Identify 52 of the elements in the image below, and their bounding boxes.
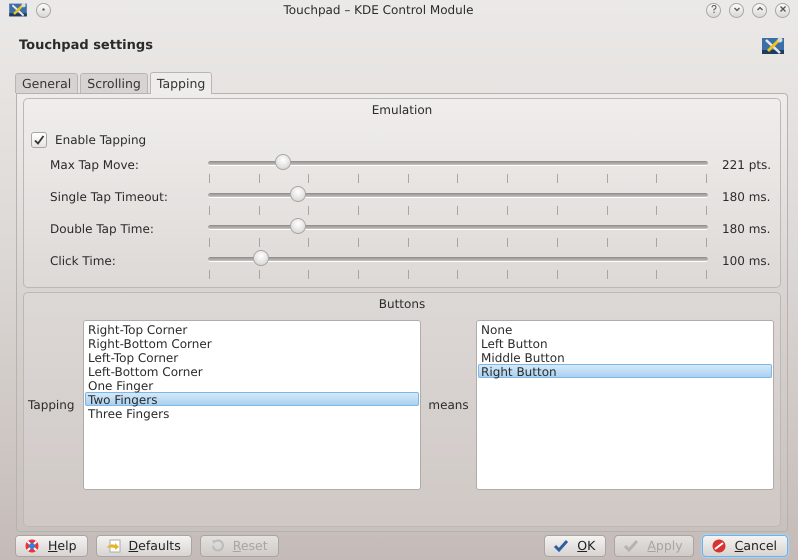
- close-icon: [778, 4, 788, 14]
- tools-icon: [762, 36, 784, 56]
- group-title: Buttons: [378, 296, 426, 311]
- slider-label: Single Tap Timeout:: [49, 189, 169, 206]
- slider-thumb[interactable]: [275, 154, 291, 170]
- dot-icon: [41, 6, 46, 12]
- footer-button[interactable]: Help: [15, 535, 88, 557]
- help-button[interactable]: [706, 2, 721, 18]
- list-item[interactable]: Left Button: [478, 336, 772, 350]
- slider-thumb[interactable]: [290, 218, 306, 234]
- slider-value: 180 ms.: [721, 221, 770, 238]
- slider-value: 100 ms.: [721, 253, 770, 270]
- cancel-icon: [710, 538, 727, 554]
- lifebuoy-icon: [24, 538, 40, 554]
- footer-button[interactable]: Cancel: [702, 535, 788, 557]
- tab[interactable]: Scrolling: [80, 73, 148, 93]
- slider-thumb[interactable]: [290, 186, 306, 202]
- list-item[interactable]: One Finger: [85, 378, 420, 392]
- tab[interactable]: General: [15, 73, 78, 93]
- slider-label: Max Tap Move:: [49, 157, 140, 174]
- document-arrow-icon: [104, 538, 121, 554]
- app-icon: [8, 2, 28, 18]
- list-item[interactable]: Right-Top Corner: [85, 322, 420, 336]
- minimize-button[interactable]: [729, 2, 744, 18]
- list-item[interactable]: Right Button: [478, 364, 772, 378]
- check-icon: [623, 538, 640, 554]
- tab[interactable]: Tapping: [150, 72, 212, 94]
- field-label: means: [427, 397, 470, 414]
- close-button[interactable]: [775, 2, 790, 18]
- maximize-button[interactable]: [752, 2, 767, 18]
- window-title: Touchpad – KDE Control Module: [282, 2, 474, 19]
- footer-button[interactable]: OK: [544, 535, 606, 557]
- question-icon: [708, 4, 718, 14]
- slider-value: 221 pts.: [721, 157, 772, 174]
- page-title: Touchpad settings: [19, 37, 153, 56]
- slider-value: 180 ms.: [721, 189, 770, 206]
- list-item[interactable]: Left-Bottom Corner: [85, 364, 420, 378]
- list-item[interactable]: Middle Button: [478, 350, 772, 364]
- check-icon: [553, 538, 570, 554]
- slider-label: Double Tap Time:: [49, 221, 155, 238]
- checkbox[interactable]: [31, 132, 47, 148]
- slider-label: Click Time:: [49, 253, 117, 270]
- list-item[interactable]: Right-Bottom Corner: [85, 336, 420, 350]
- list-item[interactable]: None: [478, 322, 772, 336]
- slider-thumb[interactable]: [252, 250, 268, 266]
- list-item[interactable]: Three Fingers: [85, 406, 420, 420]
- group-title: Emulation: [370, 102, 434, 117]
- checkbox-label: Enable Tapping: [55, 132, 146, 149]
- list-item[interactable]: Left-Top Corner: [85, 350, 420, 364]
- field-label: Tapping: [28, 397, 76, 414]
- list-item[interactable]: Two Fingers: [85, 392, 420, 406]
- footer-button[interactable]: Defaults: [96, 535, 192, 557]
